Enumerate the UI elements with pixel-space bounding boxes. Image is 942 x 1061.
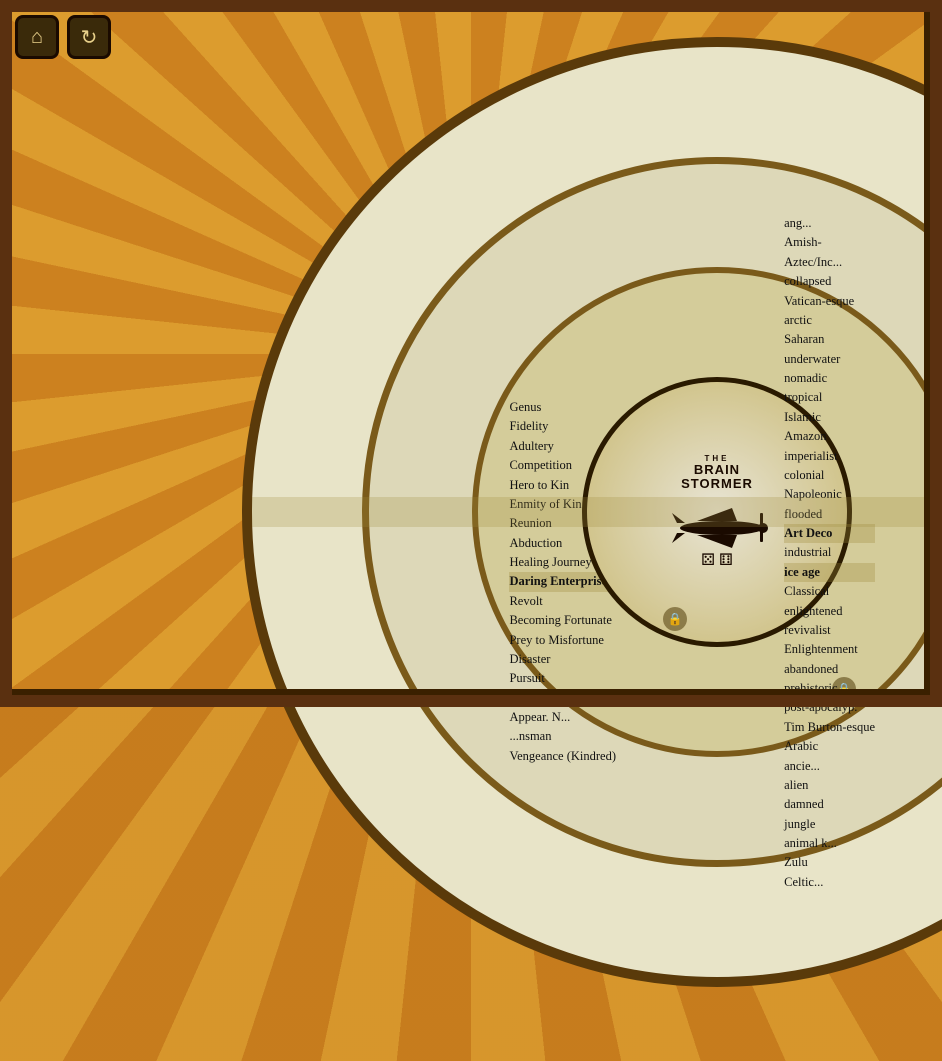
highlight-strip bbox=[252, 497, 942, 527]
bottom-border bbox=[0, 689, 942, 707]
logo-title: BRAINSTORMER bbox=[681, 463, 753, 492]
item-aztec: Aztec/Inc... bbox=[784, 253, 875, 272]
item-jungle: jungle bbox=[784, 815, 875, 834]
item-genus: Genus bbox=[509, 398, 616, 417]
outer-ring[interactable]: insects outhouse bowling alley witch ice… bbox=[242, 37, 942, 987]
item-vengeance-kindred: Vengeance (Kindred) bbox=[509, 747, 616, 766]
item-nomadic: nomadic bbox=[784, 369, 875, 388]
item-disaster: Disaster bbox=[509, 650, 616, 669]
refresh-icon: ↻ bbox=[81, 25, 98, 50]
item-ancient: ancie... bbox=[784, 757, 875, 776]
item-tim-burton: Tim Burton-esque bbox=[784, 718, 875, 737]
item-colonial: colonial bbox=[784, 466, 875, 485]
item-enlightened: enlightened bbox=[784, 602, 875, 621]
item-amazon: Amazon bbox=[784, 427, 875, 446]
item-collapsed: collapsed bbox=[784, 272, 875, 291]
item-abandoned: abandoned bbox=[784, 660, 875, 679]
home-button[interactable]: ⌂ bbox=[15, 15, 59, 59]
home-icon: ⌂ bbox=[31, 26, 43, 49]
item-saharan: Saharan bbox=[784, 330, 875, 349]
item-underwater: underwater bbox=[784, 350, 875, 369]
item-zulu: Zulu bbox=[784, 853, 875, 872]
right-border bbox=[924, 0, 942, 707]
item-prey-to-misfortune: Prey to Misfortune bbox=[509, 631, 616, 650]
item-revolt: Revolt bbox=[509, 592, 616, 611]
item-damned: damned bbox=[784, 795, 875, 814]
item-ang: ang... bbox=[784, 214, 875, 233]
refresh-button[interactable]: ↻ bbox=[67, 15, 111, 59]
item-arctic: arctic bbox=[784, 311, 875, 330]
item-vatican-esque: Vatican-esque bbox=[784, 292, 875, 311]
item-ice-age: ice age bbox=[784, 563, 875, 582]
item-classical: Classical bbox=[784, 582, 875, 601]
item-islamic: Islamic bbox=[784, 408, 875, 427]
middle-ring-text: ang... Amish- Aztec/Inc... collapsed Vat… bbox=[784, 214, 875, 892]
item-industrial: industrial bbox=[784, 543, 875, 562]
item-imperialist: imperialist bbox=[784, 447, 875, 466]
brainstormer-wheel[interactable]: insects outhouse bowling alley witch ice… bbox=[242, 37, 942, 987]
item-animal-k: animal k... bbox=[784, 834, 875, 853]
nav-buttons: ⌂ ↻ bbox=[15, 15, 111, 59]
item-enlightenment: Enlightenment bbox=[784, 640, 875, 659]
item-alien: alien bbox=[784, 776, 875, 795]
lock-icon-1[interactable]: 🔒 bbox=[663, 607, 687, 631]
item-fidelity: Fidelity bbox=[509, 417, 616, 436]
item-nsman: ...nsman bbox=[509, 727, 616, 746]
item-becoming-fortunate: Becoming Fortunate bbox=[509, 611, 616, 630]
item-revivalist: revivalist bbox=[784, 621, 875, 640]
item-pursuit: Pursuit bbox=[509, 669, 616, 688]
item-amish: Amish- bbox=[784, 233, 875, 252]
item-tropical: tropical bbox=[784, 388, 875, 407]
logo-dice: ⚄ ⚅ bbox=[701, 550, 733, 570]
item-appear-n: Appear. N... bbox=[509, 708, 616, 727]
item-celtic: Celtic... bbox=[784, 873, 875, 892]
item-arabic: Arabic bbox=[784, 737, 875, 756]
